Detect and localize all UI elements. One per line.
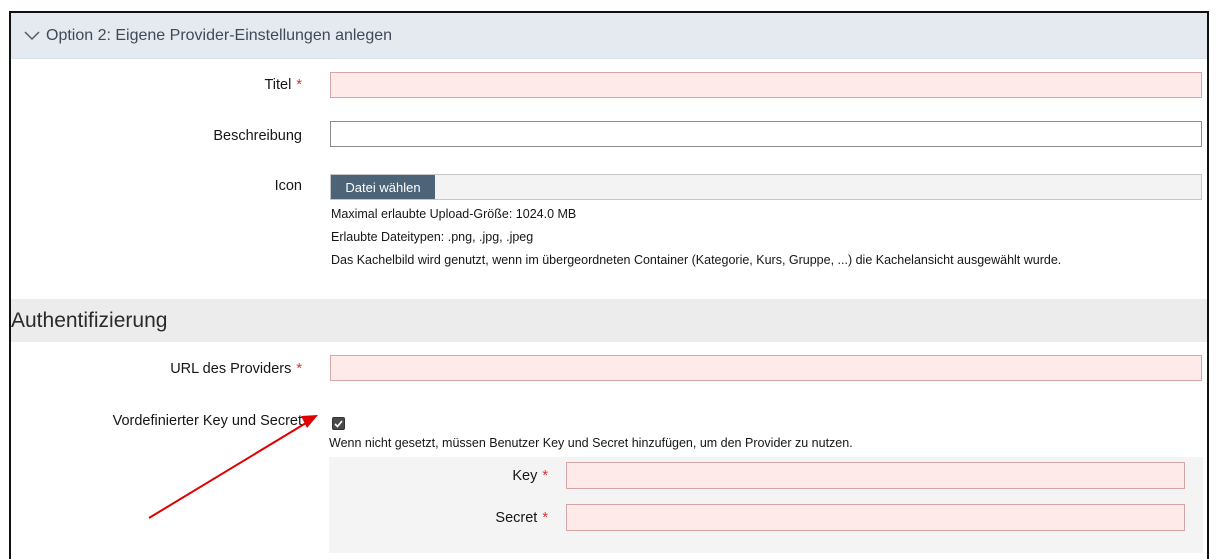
choose-file-button[interactable]: Datei wählen <box>331 175 435 199</box>
key-secret-panel: Key * Secret * <box>329 457 1203 553</box>
icon-label: Icon <box>274 178 302 194</box>
chevron-down-icon <box>24 30 40 40</box>
secret-label: Secret * <box>495 510 548 526</box>
beschreibung-input[interactable] <box>330 121 1202 147</box>
key-label: Key * <box>512 468 548 484</box>
form-frame: Option 2: Eigene Provider-Einstellungen … <box>9 11 1209 559</box>
titel-label: Titel * <box>264 77 302 93</box>
icon-file-input[interactable]: Datei wählen <box>330 174 1202 200</box>
titel-input[interactable] <box>330 72 1202 98</box>
auth-section-title: Authentifizierung <box>11 299 1207 342</box>
icon-help-types: Erlaubte Dateitypen: .png, .jpg, .jpeg <box>331 230 534 244</box>
url-label: URL des Providers * <box>170 361 302 377</box>
predefined-key-label: Vordefinierter Key und Secret <box>112 413 302 429</box>
required-star: * <box>542 510 548 526</box>
section-toggle[interactable]: Option 2: Eigene Provider-Einstellungen … <box>11 13 1207 59</box>
icon-help-size: Maximal erlaubte Upload-Größe: 1024.0 MB <box>331 207 577 221</box>
checkmark-icon <box>334 419 343 428</box>
beschreibung-label: Beschreibung <box>213 128 302 144</box>
url-input[interactable] <box>330 355 1202 381</box>
predefined-key-checkbox[interactable] <box>332 417 345 430</box>
required-star: * <box>296 361 302 377</box>
required-star: * <box>296 77 302 93</box>
key-input[interactable] <box>566 462 1185 489</box>
required-star: * <box>542 468 548 484</box>
secret-input[interactable] <box>566 504 1185 531</box>
predefined-key-help: Wenn nicht gesetzt, müssen Benutzer Key … <box>329 436 853 450</box>
section-title: Option 2: Eigene Provider-Einstellungen … <box>46 26 393 44</box>
icon-help-tile: Das Kachelbild wird genutzt, wenn im übe… <box>331 253 1062 267</box>
